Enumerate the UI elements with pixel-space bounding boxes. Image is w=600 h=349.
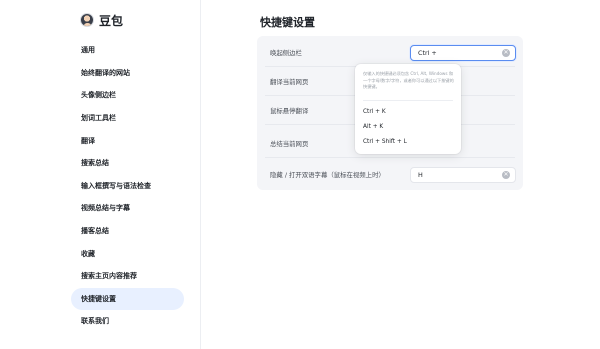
shortcut-row-open-sidebar: 唤起侧边栏 Ctrl + ✕ xyxy=(257,38,523,67)
clear-icon[interactable]: ✕ xyxy=(502,171,510,179)
main-panel: 快捷键设置 唤起侧边栏 Ctrl + ✕ 翻译当前网页 鼠标悬停翻译 总结当前网… xyxy=(202,0,600,349)
popover-option-ctrl-shift-l[interactable]: Ctrl + Shift + L xyxy=(363,136,453,148)
sidebar-item-contact[interactable]: 联系我们 xyxy=(71,310,184,333)
sidebar-item-search-summary[interactable]: 搜索总结 xyxy=(71,152,184,175)
sidebar-item-translate[interactable]: 翻译 xyxy=(71,129,184,152)
sidebar-nav: 通用 始终翻译的网站 头像侧边栏 划词工具栏 翻译 搜索总结 输入框撰写与语法检… xyxy=(71,39,184,333)
shortcut-label: 唤起侧边栏 xyxy=(270,49,302,57)
shortcut-label: 鼠标悬停翻译 xyxy=(270,107,309,115)
brand: 豆包 xyxy=(80,11,123,29)
shortcut-value: Ctrl + xyxy=(418,48,437,57)
page-title: 快捷键设置 xyxy=(260,16,315,29)
shortcut-suggestion-popover: 仅输入的快捷键必须包含 Ctrl, Alt, Windows 和一个字母/数字/… xyxy=(355,64,461,154)
sidebar-item-podcast-summary[interactable]: 播客总结 xyxy=(71,220,184,243)
sidebar-item-writing-grammar[interactable]: 输入框撰写与语法检查 xyxy=(71,175,184,198)
shortcut-label: 隐藏 / 打开双语字幕（鼠标在视频上时） xyxy=(270,171,385,179)
sidebar-item-video-summary[interactable]: 视频总结与字幕 xyxy=(71,197,184,220)
sidebar-item-selection-toolbar[interactable]: 划词工具栏 xyxy=(71,107,184,130)
sidebar-item-general[interactable]: 通用 xyxy=(71,39,184,62)
popover-option-alt-k[interactable]: Alt + K xyxy=(363,121,453,133)
popover-hint: 仅输入的快捷键必须包含 Ctrl, Alt, Windows 和一个字母/数字/… xyxy=(363,71,454,89)
sidebar-item-avatar-sidebar[interactable]: 头像侧边栏 xyxy=(71,84,184,107)
popover-option-ctrl-k[interactable]: Ctrl + K xyxy=(363,106,453,118)
sidebar-item-always-translate-sites[interactable]: 始终翻译的网站 xyxy=(71,62,184,85)
shortcut-row-toggle-subtitles: 隐藏 / 打开双语字幕（鼠标在视频上时） H ✕ xyxy=(257,160,523,189)
shortcut-value: H xyxy=(418,170,423,179)
sidebar-item-search-recommend[interactable]: 搜索主页内容推荐 xyxy=(71,265,184,288)
divider xyxy=(363,100,453,101)
app-name: 豆包 xyxy=(99,13,124,28)
shortcut-label: 翻译当前网页 xyxy=(270,78,309,86)
sidebar-item-favorites[interactable]: 收藏 xyxy=(71,242,184,265)
sidebar-item-shortcuts[interactable]: 快捷键设置 xyxy=(71,287,184,311)
avatar xyxy=(80,13,94,27)
sidebar: 豆包 通用 始终翻译的网站 头像侧边栏 划词工具栏 翻译 搜索总结 输入框撰写与… xyxy=(0,0,201,349)
clear-icon[interactable]: ✕ xyxy=(502,49,510,57)
divider xyxy=(265,157,515,158)
shortcut-label: 总结当前网页 xyxy=(270,140,309,148)
shortcut-input-open-sidebar[interactable]: Ctrl + ✕ xyxy=(410,44,516,61)
shortcut-input-toggle-subtitles[interactable]: H ✕ xyxy=(410,166,516,183)
